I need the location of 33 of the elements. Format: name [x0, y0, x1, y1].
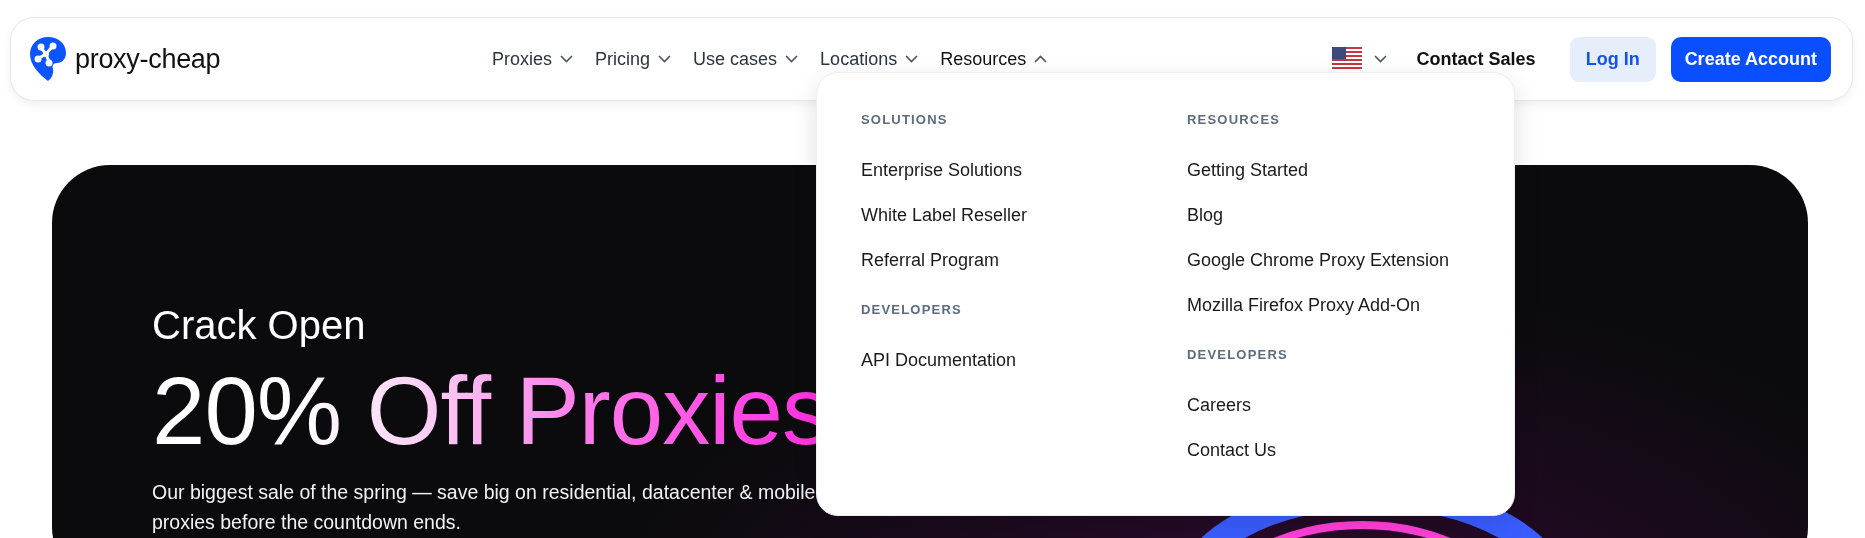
logo-text[interactable]: proxy-cheap — [75, 43, 221, 75]
menu-link[interactable]: Mozilla Firefox Proxy Add-On — [1187, 283, 1514, 328]
nav-menu-item[interactable]: Locations — [820, 42, 919, 76]
nav-menu-item[interactable]: Proxies — [492, 42, 574, 76]
chevron-icon — [785, 55, 799, 63]
login-button[interactable]: Log In — [1569, 36, 1656, 82]
menu-link[interactable]: Enterprise Solutions — [861, 148, 1187, 193]
chevron-icon — [560, 55, 574, 63]
section-heading: DEVELOPERS — [861, 301, 963, 319]
chevron-icon — [658, 55, 672, 63]
nav-menu-item[interactable]: Pricing — [595, 42, 672, 76]
menu-link[interactable]: Blog — [1187, 193, 1514, 238]
menu-link[interactable]: Google Chrome Proxy Extension — [1187, 238, 1514, 283]
menu-link[interactable]: Getting Started — [1187, 148, 1514, 193]
pin-logo-icon — [29, 36, 67, 82]
menu-link[interactable]: White Label Reseller — [861, 193, 1187, 238]
us-flag-icon — [1331, 47, 1362, 71]
chevron-icon — [1373, 55, 1387, 63]
create-account-button[interactable]: Create Account — [1670, 36, 1831, 82]
chevron-icon — [1034, 55, 1048, 63]
hero-description: Our biggest sale of the spring — save big on residential, datacenter & mobile proxies before the countdown ends. — [152, 480, 817, 535]
menu-link[interactable]: API Documentation — [861, 338, 1187, 383]
menu-link[interactable]: Referral Program — [861, 238, 1187, 283]
contact-sales-link[interactable]: Contact Sales — [1416, 42, 1536, 76]
nav-menu-item[interactable]: Use cases — [693, 42, 799, 76]
section-heading: SOLUTIONS — [861, 111, 949, 129]
nav-menu-item[interactable]: Resources — [940, 42, 1048, 76]
hero-kicker: Crack Open — [152, 305, 367, 345]
section-heading: DEVELOPERS — [1187, 346, 1289, 364]
section-heading: RESOURCES — [1187, 111, 1282, 129]
menu-link[interactable]: Contact Us — [1187, 428, 1514, 473]
menu-link[interactable]: Careers — [1187, 383, 1514, 428]
chevron-icon — [905, 55, 919, 63]
